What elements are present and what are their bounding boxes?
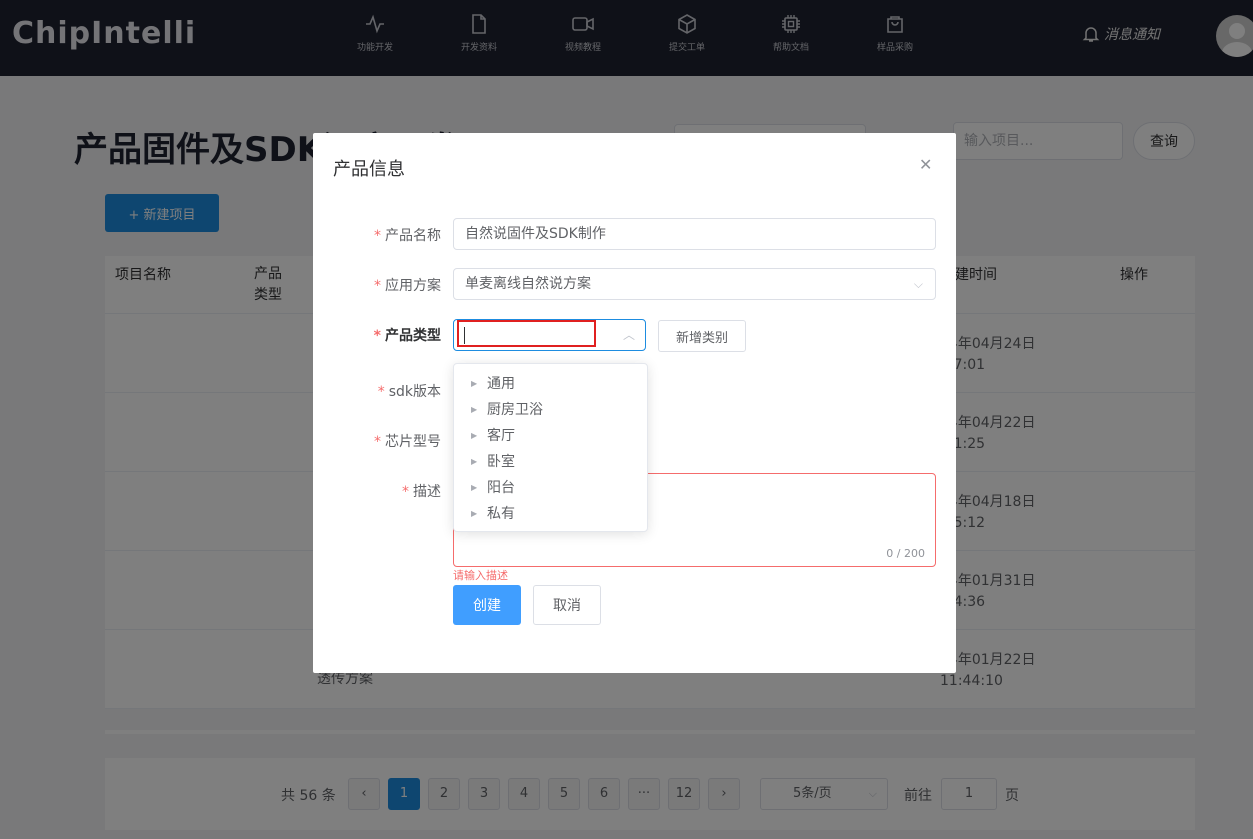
highlight-box [457, 320, 596, 347]
caret-right-icon: ▶ [471, 379, 478, 388]
chip-model-label: * 芯片型号 [374, 434, 441, 450]
caret-right-icon: ▶ [471, 509, 478, 518]
add-category-button[interactable]: 新增类别 [658, 320, 746, 352]
type-option[interactable]: ▶ 私有 [454, 501, 649, 527]
type-option[interactable]: ▶ 阳台 [454, 475, 649, 501]
close-icon[interactable]: ✕ [919, 155, 932, 174]
cancel-button[interactable]: 取消 [533, 585, 601, 625]
type-option[interactable]: ▶ 通用 [454, 371, 649, 397]
description-error: 请输入描述 [453, 569, 508, 582]
create-button[interactable]: 创建 [453, 585, 521, 625]
dialog-title: 产品信息 [333, 159, 405, 180]
type-option[interactable]: ▶ 卧室 [454, 449, 649, 475]
product-name-label: * 产品名称 [374, 228, 441, 244]
caret-right-icon: ▶ [471, 405, 478, 414]
caret-right-icon: ▶ [471, 457, 478, 466]
solution-value: 单麦离线自然说方案 [465, 276, 591, 292]
description-label: * 描述 [402, 484, 441, 500]
caret-right-icon: ▶ [471, 431, 478, 440]
type-option[interactable]: ▶ 客厅 [454, 423, 649, 449]
product-name-input[interactable]: 自然说固件及SDK制作 [453, 218, 936, 250]
type-option[interactable]: ▶ 厨房卫浴 [454, 397, 649, 423]
char-count: 0 / 200 [886, 547, 925, 560]
chevron-up-icon: ︿ [623, 328, 636, 342]
chevron-down-icon: ⌵ [913, 277, 923, 291]
solution-select[interactable]: 单麦离线自然说方案 ⌵ [453, 268, 936, 300]
caret-right-icon: ▶ [471, 483, 478, 492]
solution-label: * 应用方案 [374, 278, 441, 294]
product-type-dropdown: ▶ 通用 ▶ 厨房卫浴 ▶ 客厅 ▶ 卧室 ▶ 阳台 ▶ 私有 [453, 363, 648, 532]
sdk-version-label: * sdk版本 [377, 384, 441, 400]
product-type-label: * 产品类型 [373, 328, 441, 344]
